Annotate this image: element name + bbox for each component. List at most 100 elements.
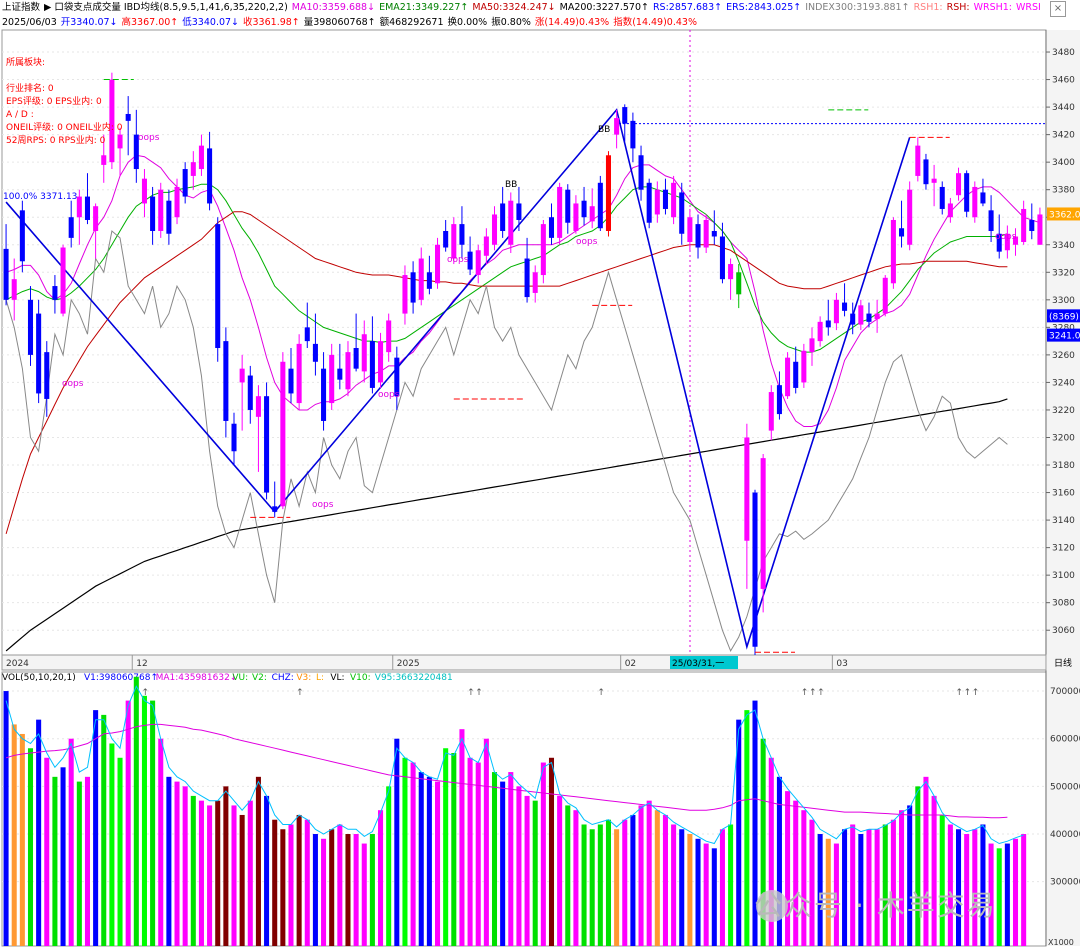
volume-bar <box>239 814 245 946</box>
candle-body <box>565 189 571 223</box>
price-tick-label: 3060 <box>1052 626 1075 636</box>
volume-bar <box>125 700 131 946</box>
volume-bar <box>605 819 612 946</box>
candle <box>353 313 359 372</box>
volume-bar <box>1004 843 1010 946</box>
candle <box>434 237 441 289</box>
zigzag-wave-line <box>5 108 911 650</box>
candle-body <box>190 162 196 176</box>
volume-legend-item: VOL(50,10,20,1) <box>2 673 76 683</box>
volume-bar <box>711 848 717 946</box>
date-tick-label: 2024 <box>6 659 29 669</box>
candle-body <box>207 148 213 204</box>
volume-bar <box>597 824 603 946</box>
candle <box>329 343 335 410</box>
candle <box>890 217 896 289</box>
candle-body <box>768 392 774 431</box>
volume-legend-item: V95:3663220481 <box>375 673 453 683</box>
volume-bar <box>434 781 441 946</box>
candle <box>231 412 237 466</box>
candle-body <box>451 224 457 259</box>
volume-bar <box>426 776 432 946</box>
side-panel-row: ONEIL评级: 0 ONEIL业内: 0 <box>6 121 123 133</box>
volume-bar <box>353 834 359 946</box>
candle-body <box>833 299 839 324</box>
side-panel-title: 所属板块: <box>6 56 45 68</box>
candle <box>190 151 196 190</box>
candle <box>785 352 791 399</box>
price-tick-label: 3340 <box>1052 241 1075 251</box>
volume-legend-item: L: <box>316 673 324 683</box>
volume-bar <box>27 748 34 946</box>
candle-body <box>931 178 937 183</box>
candle <box>825 299 831 336</box>
candle <box>117 127 123 176</box>
candle <box>801 343 807 388</box>
candle <box>182 162 188 204</box>
candle <box>972 181 978 223</box>
candle-body <box>728 264 734 280</box>
candle-body <box>850 313 856 325</box>
candle <box>630 112 636 163</box>
stock-chart[interactable]: 3060 3080 3100 3120 3140 3160 3180 3200 3220 3240… <box>0 0 1080 949</box>
candle-body <box>907 189 913 245</box>
volume-bar <box>133 676 139 946</box>
candle-body <box>491 214 498 245</box>
volume-tick-label: 500000 <box>1050 782 1080 792</box>
volume-bar <box>483 738 489 946</box>
candle-body <box>695 224 701 248</box>
volume-bar <box>614 829 620 946</box>
volume-bar <box>198 800 204 946</box>
candle-body <box>434 244 441 284</box>
candle-body <box>687 217 693 243</box>
date-tick-label: 02 <box>625 659 636 669</box>
candle-body <box>809 338 815 353</box>
volume-bar <box>540 762 546 946</box>
candle <box>76 189 82 245</box>
candle-body <box>378 341 384 383</box>
candle <box>581 186 587 226</box>
oops-label: oops <box>995 232 1017 242</box>
date-tick-label: 2025 <box>397 659 420 669</box>
candle <box>459 206 465 259</box>
price-tick-label: 3100 <box>1052 571 1075 581</box>
candle-body <box>785 357 791 397</box>
candle <box>386 313 392 362</box>
volume-bar <box>231 805 237 946</box>
volume-bar <box>3 691 9 946</box>
volume-bar <box>255 776 261 946</box>
candle-body <box>239 368 245 383</box>
candle-body <box>68 217 74 238</box>
price-tick-label: 3220 <box>1052 406 1075 416</box>
candle <box>296 334 302 410</box>
candle-body <box>915 145 921 176</box>
volume-tick-label: 400000 <box>1050 830 1080 840</box>
candle <box>752 489 758 655</box>
candle <box>215 217 221 362</box>
volume-bar <box>728 824 734 946</box>
candle <box>93 203 99 259</box>
candle <box>597 175 603 231</box>
side-panel-row: 52周RPS: 0 RPS业内: 0 <box>6 134 106 146</box>
candle <box>369 316 375 394</box>
candle-body <box>3 248 9 300</box>
volume-bar <box>36 719 42 946</box>
volume-legend-item: VL: <box>330 673 344 683</box>
candle-body <box>329 354 335 404</box>
candle <box>11 258 17 321</box>
oops-label: oops <box>62 379 84 389</box>
candle-body <box>101 155 107 165</box>
oops-label: oops <box>576 237 598 247</box>
price-panel-frame <box>1 29 1047 656</box>
candle-body <box>44 352 50 399</box>
side-panel-row: EPS评级: 0 EPS业内: 0 <box>6 95 102 107</box>
volume-arrow-marker: ↑ <box>467 688 475 698</box>
price-tick-label: 3260 <box>1052 351 1075 361</box>
candle <box>955 167 962 201</box>
candle <box>907 181 913 251</box>
volume-bar <box>475 762 481 946</box>
volume-bar <box>215 800 221 946</box>
candle <box>1021 200 1027 245</box>
candle <box>247 365 253 424</box>
candle <box>60 244 66 317</box>
